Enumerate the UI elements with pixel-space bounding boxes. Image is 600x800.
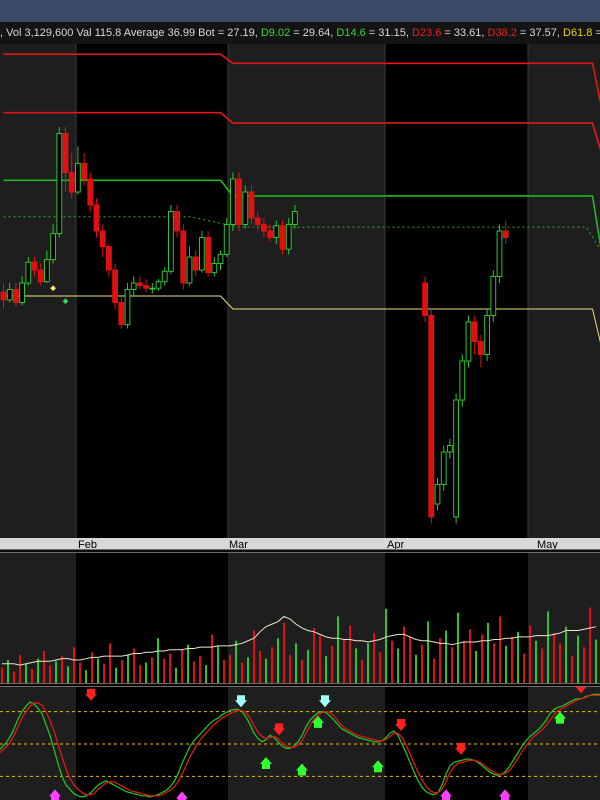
candle-body xyxy=(465,321,472,362)
candle-body xyxy=(62,133,69,173)
candle-body xyxy=(422,282,429,316)
oscillator-chart[interactable] xyxy=(0,687,600,800)
candle-body xyxy=(56,133,63,235)
candle-body xyxy=(459,360,466,401)
candle-body xyxy=(440,451,447,485)
candle-body xyxy=(81,162,87,180)
candle-body xyxy=(199,237,205,271)
candle-body xyxy=(68,172,75,193)
candle-body xyxy=(0,291,7,301)
candle-body xyxy=(37,269,44,283)
candle-body xyxy=(273,225,280,239)
candle-body xyxy=(137,282,143,287)
arrow-up-icon xyxy=(499,789,511,800)
candle-body xyxy=(223,224,230,255)
candle-body xyxy=(236,178,242,225)
candle-body xyxy=(149,287,156,290)
candle-body xyxy=(93,204,100,232)
month-shade xyxy=(228,44,385,538)
candle-body xyxy=(484,315,491,355)
candle-body xyxy=(267,230,274,238)
candle-body xyxy=(186,256,193,284)
arrow-down-icon xyxy=(395,719,407,732)
candle-body xyxy=(6,289,13,301)
candle-body xyxy=(248,191,255,219)
candle-body xyxy=(447,445,453,453)
price-chart[interactable]: Feb Mar Apr May xyxy=(0,22,600,559)
candle-body xyxy=(496,230,503,277)
candle-body xyxy=(428,315,435,518)
candle-body xyxy=(174,211,180,232)
candle-body xyxy=(112,269,118,303)
arrow-up-icon xyxy=(176,791,188,800)
candle-body xyxy=(50,233,57,261)
candle-body xyxy=(19,282,26,303)
candle-body xyxy=(168,211,174,272)
candle-body xyxy=(254,217,261,225)
candle-body xyxy=(279,225,286,250)
candle-body xyxy=(434,484,441,505)
arrow-down-icon xyxy=(85,688,97,701)
candle-body xyxy=(292,211,298,225)
candle-body xyxy=(261,224,267,232)
candle-body xyxy=(75,162,81,193)
candle-body xyxy=(192,256,199,271)
candle-body xyxy=(25,261,32,284)
candle-body xyxy=(130,282,137,290)
candle-body xyxy=(31,261,38,271)
candle-body xyxy=(118,302,125,326)
candle-body xyxy=(285,224,292,250)
candle-body xyxy=(205,237,211,274)
window-title-bar xyxy=(0,0,600,22)
month-shade xyxy=(528,44,600,538)
candle-body xyxy=(478,341,484,355)
candle-body xyxy=(106,246,112,271)
arrow-up-icon xyxy=(440,789,452,800)
candle-body xyxy=(242,191,249,225)
candle-body xyxy=(211,263,218,274)
arrow-down-icon xyxy=(455,742,467,755)
candle-body xyxy=(161,270,168,283)
candle-body xyxy=(217,253,224,264)
candle-body xyxy=(180,230,187,284)
candle-body xyxy=(453,399,460,518)
candle-body xyxy=(87,178,94,206)
candle-body xyxy=(490,276,497,316)
candle-body xyxy=(13,289,19,303)
candle-body xyxy=(99,230,106,248)
candle-body xyxy=(44,259,50,283)
volume-chart[interactable] xyxy=(0,553,600,683)
candle-body xyxy=(471,321,478,342)
candle-body xyxy=(502,230,509,238)
candle-body xyxy=(143,285,149,289)
candle-body xyxy=(230,178,236,225)
candle-body xyxy=(124,289,131,326)
candle-body xyxy=(155,281,162,289)
